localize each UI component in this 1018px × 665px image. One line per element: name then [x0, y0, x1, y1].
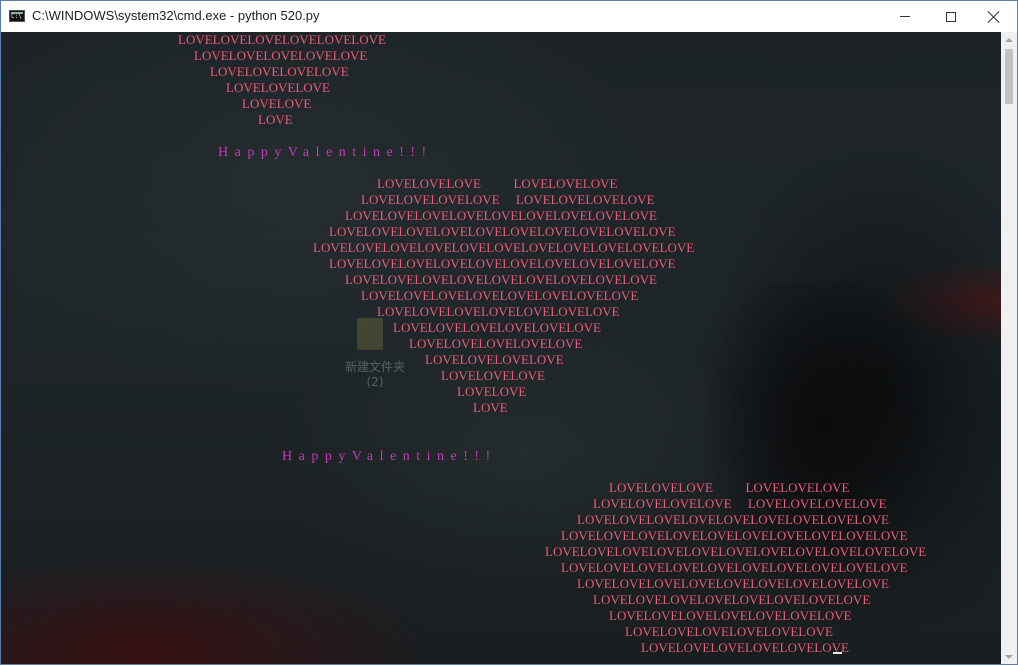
heart3-line: LOVELOVELOVELOVELOVELOVELOVELOVELOVELOVE [561, 528, 908, 543]
text-cursor [833, 652, 842, 654]
chevron-down-icon [1005, 655, 1013, 659]
heart1-line: LOVE [258, 112, 293, 127]
scroll-down-button[interactable] [1001, 649, 1017, 664]
heart1-line: LOVELOVE [242, 96, 312, 111]
heart2-line: LOVELOVELOVELOVE LOVELOVELOVELOVE [361, 192, 655, 207]
scroll-up-button[interactable] [1001, 32, 1017, 48]
close-button[interactable] [971, 1, 1017, 32]
heart2-line: LOVELOVELOVELOVE [425, 352, 564, 367]
heart3-line: LOVELOVELOVELOVELOVELOVELOVELOVELOVELOVE… [545, 544, 927, 559]
heart2-line: LOVELOVELOVELOVELOVELOVE [393, 320, 601, 335]
heart3-line: LOVELOVELOVELOVELOVELOVELOVELOVELOVE [577, 512, 889, 527]
heart3-line: LOVELOVELOVELOVELOVELOVE [625, 624, 833, 639]
cmd-icon[interactable] [9, 10, 25, 22]
chevron-up-icon [1005, 38, 1013, 42]
heart2-line: LOVELOVELOVELOVELOVE [409, 336, 583, 351]
happy-valentine-text: HappyValentine!!! [282, 449, 497, 464]
close-icon [987, 10, 1001, 24]
heart2-line: LOVELOVELOVELOVELOVELOVELOVELOVE [361, 288, 639, 303]
minimize-button[interactable] [882, 1, 928, 32]
maximize-button[interactable] [928, 1, 974, 32]
scrollbar-thumb[interactable] [1005, 49, 1013, 104]
heart2-line: LOVELOVELOVELOVELOVELOVELOVELOVELOVELOVE… [313, 240, 695, 255]
heart2-line: LOVELOVELOVELOVELOVELOVELOVE [377, 304, 620, 319]
heart3-line: LOVELOVELOVELOVELOVELOVELOVELOVELOVE [577, 576, 889, 591]
minimize-icon [900, 16, 910, 17]
heart1-line: LOVELOVELOVELOVE [210, 64, 349, 79]
title-bar[interactable]: C:\WINDOWS\system32\cmd.exe - python 520… [1, 1, 1017, 32]
console-window: C:\WINDOWS\system32\cmd.exe - python 520… [0, 0, 1018, 665]
heart1-line: LOVELOVELOVE [226, 80, 330, 95]
console-output[interactable]: 新建文件夹 (2) LOVELOVELOVELOVELOVELOVE LOVEL… [1, 32, 1001, 664]
heart3-line: LOVELOVELOVELOVELOVELOVELOVELOVELOVELOVE [561, 560, 908, 575]
heart2-line: LOVELOVE [457, 384, 527, 399]
heart2-line: LOVELOVELOVELOVELOVELOVELOVELOVELOVELOVE [329, 224, 676, 239]
heart1-line: LOVELOVELOVELOVELOVE [194, 48, 368, 63]
heart2-line: LOVELOVELOVE LOVELOVELOVE [377, 176, 618, 191]
heart3-line: LOVELOVELOVELOVELOVELOVELOVE [609, 608, 852, 623]
heart2-line: LOVELOVELOVELOVELOVELOVELOVELOVELOVE [345, 272, 657, 287]
window-title: C:\WINDOWS\system32\cmd.exe - python 520… [32, 8, 320, 23]
desktop-folder-label: 新建文件夹 (2) [344, 360, 405, 389]
heart3-line: LOVELOVELOVELOVE LOVELOVELOVELOVE [593, 496, 887, 511]
heart3-line: LOVELOVELOVELOVELOVELOVE [641, 640, 849, 655]
heart2-line: LOVELOVELOVE [441, 368, 545, 383]
heart2-line: LOVE [473, 400, 508, 415]
happy-valentine-text: HappyValentine!!! [218, 145, 433, 160]
heart3-line: LOVELOVELOVE LOVELOVELOVE [609, 480, 850, 495]
heart3-line: LOVELOVELOVELOVELOVELOVELOVELOVE [593, 592, 871, 607]
heart1-line: LOVELOVELOVELOVELOVELOVE [178, 32, 386, 47]
folder-icon [357, 318, 383, 350]
maximize-icon [946, 11, 956, 22]
heart2-line: LOVELOVELOVELOVELOVELOVELOVELOVELOVE [345, 208, 657, 223]
heart2-line: LOVELOVELOVELOVELOVELOVELOVELOVELOVELOVE [329, 256, 676, 271]
vertical-scrollbar[interactable] [1001, 32, 1017, 664]
